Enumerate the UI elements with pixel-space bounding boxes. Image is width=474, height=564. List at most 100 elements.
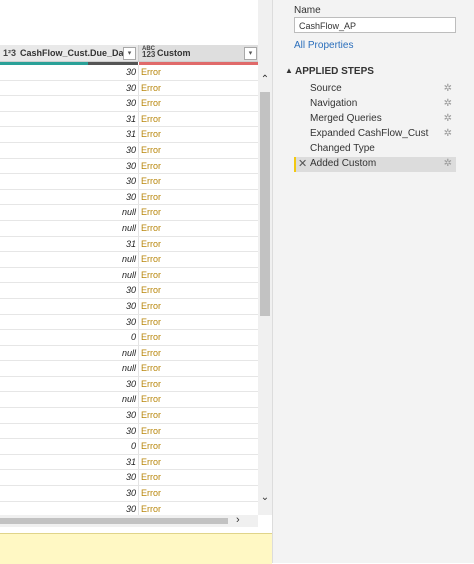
custom-error-cell[interactable]: Error xyxy=(141,207,161,217)
applied-step-item[interactable]: Merged Queries ✲ xyxy=(294,112,456,127)
due-days-cell[interactable]: 30 xyxy=(126,301,136,311)
custom-error-cell[interactable]: Error xyxy=(141,114,161,124)
horizontal-scroll-thumb[interactable] xyxy=(0,518,228,524)
table-row[interactable]: 30 Error xyxy=(0,298,258,315)
delete-step-icon[interactable]: ✕ xyxy=(298,157,307,170)
due-days-cell[interactable]: 30 xyxy=(126,176,136,186)
due-days-cell[interactable]: null xyxy=(122,254,136,264)
custom-error-cell[interactable]: Error xyxy=(141,223,161,233)
vertical-scroll-thumb[interactable] xyxy=(260,92,270,316)
due-days-cell[interactable]: null xyxy=(122,394,136,404)
custom-error-cell[interactable]: Error xyxy=(141,192,161,202)
due-days-cell[interactable]: 30 xyxy=(126,83,136,93)
due-days-cell[interactable]: null xyxy=(122,363,136,373)
due-days-cell[interactable]: 30 xyxy=(126,317,136,327)
all-properties-link[interactable]: All Properties xyxy=(294,40,353,51)
table-row[interactable]: null Error xyxy=(0,252,258,268)
custom-error-cell[interactable]: Error xyxy=(141,285,161,295)
number-type-icon[interactable]: 1²3 xyxy=(3,48,16,58)
custom-error-cell[interactable]: Error xyxy=(141,426,161,436)
custom-error-cell[interactable]: Error xyxy=(141,301,161,311)
table-row[interactable]: null Error xyxy=(0,267,258,284)
table-row[interactable]: 0 Error xyxy=(0,439,258,455)
due-days-cell[interactable]: 30 xyxy=(126,161,136,171)
table-row[interactable]: 30 Error xyxy=(0,96,258,112)
custom-error-cell[interactable]: Error xyxy=(141,441,161,451)
due-days-cell[interactable]: 30 xyxy=(126,67,136,77)
step-settings-gear-icon[interactable]: ✲ xyxy=(444,83,452,94)
due-days-cell[interactable]: 30 xyxy=(126,145,136,155)
due-days-cell[interactable]: 30 xyxy=(126,98,136,108)
table-row[interactable]: 30 Error xyxy=(0,158,258,175)
due-days-cell[interactable]: 30 xyxy=(126,504,136,514)
table-row[interactable]: 31 Error xyxy=(0,127,258,143)
applied-step-item[interactable]: Navigation ✲ xyxy=(294,97,456,112)
table-row[interactable]: 31 Error xyxy=(0,236,258,253)
custom-error-cell[interactable]: Error xyxy=(141,176,161,186)
due-days-cell[interactable]: 30 xyxy=(126,285,136,295)
custom-error-cell[interactable]: Error xyxy=(141,488,161,498)
table-row[interactable]: null Error xyxy=(0,345,258,362)
due-days-cell[interactable]: 30 xyxy=(126,488,136,498)
due-days-cell[interactable]: null xyxy=(122,223,136,233)
custom-error-cell[interactable]: Error xyxy=(141,410,161,420)
step-settings-gear-icon[interactable]: ✲ xyxy=(444,158,452,169)
custom-error-cell[interactable]: Error xyxy=(141,67,161,77)
table-row[interactable]: 31 Error xyxy=(0,454,258,471)
query-name-input[interactable]: CashFlow_AP xyxy=(294,17,456,33)
custom-error-cell[interactable]: Error xyxy=(141,472,161,482)
due-days-cell[interactable]: 30 xyxy=(126,426,136,436)
custom-error-cell[interactable]: Error xyxy=(141,239,161,249)
custom-error-cell[interactable]: Error xyxy=(141,504,161,514)
custom-error-cell[interactable]: Error xyxy=(141,317,161,327)
step-settings-gear-icon[interactable]: ✲ xyxy=(444,98,452,109)
step-settings-gear-icon[interactable]: ✲ xyxy=(444,113,452,124)
due-days-cell[interactable]: 0 xyxy=(131,441,136,451)
custom-error-cell[interactable]: Error xyxy=(141,379,161,389)
table-row[interactable]: 30 Error xyxy=(0,142,258,159)
due-days-cell[interactable]: null xyxy=(122,207,136,217)
custom-error-cell[interactable]: Error xyxy=(141,129,161,139)
due-days-cell[interactable]: 30 xyxy=(126,192,136,202)
custom-error-cell[interactable]: Error xyxy=(141,161,161,171)
custom-error-cell[interactable]: Error xyxy=(141,363,161,373)
table-row[interactable]: null Error xyxy=(0,392,258,409)
table-row[interactable]: 30 Error xyxy=(0,408,258,424)
table-row[interactable]: 30 Error xyxy=(0,423,258,440)
due-days-cell[interactable]: 31 xyxy=(126,129,136,139)
table-row[interactable]: 30 Error xyxy=(0,174,258,190)
column-filter-dropdown[interactable]: ▾ xyxy=(123,47,136,60)
custom-error-cell[interactable]: Error xyxy=(141,98,161,108)
table-row[interactable]: 0 Error xyxy=(0,330,258,346)
table-row[interactable]: null Error xyxy=(0,361,258,377)
applied-step-item[interactable]: Source ✲ xyxy=(294,82,456,97)
due-days-cell[interactable]: 30 xyxy=(126,410,136,420)
custom-error-cell[interactable]: Error xyxy=(141,394,161,404)
scroll-right-icon[interactable]: › xyxy=(236,514,240,526)
applied-step-item[interactable]: Expanded CashFlow_Cust ✲ xyxy=(294,127,456,142)
custom-error-cell[interactable]: Error xyxy=(141,332,161,342)
step-settings-gear-icon[interactable]: ✲ xyxy=(444,128,452,139)
column-header-custom[interactable]: ABC 123 Custom ▾ xyxy=(138,45,259,61)
column-header-due-days[interactable]: 1²3 CashFlow_Cust.Due_Days ▾ xyxy=(0,45,138,61)
table-row[interactable]: 31 Error xyxy=(0,111,258,128)
due-days-cell[interactable]: null xyxy=(122,348,136,358)
custom-error-cell[interactable]: Error xyxy=(141,254,161,264)
horizontal-scrollbar[interactable] xyxy=(0,515,258,527)
applied-step-item[interactable]: ✕ Added Custom ✲ xyxy=(294,157,456,172)
due-days-cell[interactable]: null xyxy=(122,270,136,280)
table-row[interactable]: 30 Error xyxy=(0,314,258,331)
due-days-cell[interactable]: 30 xyxy=(126,379,136,389)
due-days-cell[interactable]: 31 xyxy=(126,239,136,249)
applied-step-item[interactable]: Changed Type xyxy=(294,142,456,157)
table-row[interactable]: 30 Error xyxy=(0,189,258,206)
custom-error-cell[interactable]: Error xyxy=(141,145,161,155)
table-row[interactable]: 30 Error xyxy=(0,376,258,393)
custom-error-cell[interactable]: Error xyxy=(141,270,161,280)
table-row[interactable]: 30 Error xyxy=(0,80,258,97)
custom-error-cell[interactable]: Error xyxy=(141,83,161,93)
table-row[interactable]: 30 Error xyxy=(0,486,258,502)
due-days-cell[interactable]: 30 xyxy=(126,472,136,482)
due-days-cell[interactable]: 0 xyxy=(131,332,136,342)
column-filter-dropdown[interactable]: ▾ xyxy=(244,47,257,60)
